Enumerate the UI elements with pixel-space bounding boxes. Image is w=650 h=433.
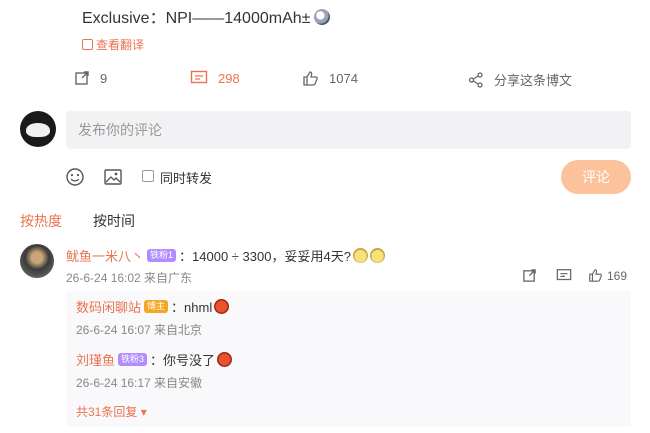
like-count: 1074: [329, 71, 358, 86]
more-replies-link[interactable]: 共31条回复 ▾: [76, 403, 147, 420]
dog-emoji-icon: [369, 248, 385, 263]
translate-icon: [82, 39, 93, 50]
red-emoji-icon: [217, 352, 233, 367]
translate-link[interactable]: 查看翻译: [82, 36, 144, 53]
reply-meta: 26-6-24 16:07 来自北京: [76, 323, 203, 337]
emoji-icon[interactable]: [65, 167, 85, 187]
image-icon[interactable]: [103, 167, 123, 187]
like-icon: [303, 71, 318, 86]
share-icon: [468, 71, 483, 88]
repost-checkbox[interactable]: [142, 170, 154, 182]
repost-button[interactable]: 9: [74, 70, 107, 86]
more-replies-label: 共31条回复: [76, 405, 138, 419]
comment-username[interactable]: 鱿鱼一米八丶: [66, 246, 144, 265]
share-label: 分享这条博文: [494, 73, 573, 88]
repost-icon: [523, 269, 536, 282]
reply-text: ：你号没了: [150, 353, 216, 368]
dog-emoji-icon: [352, 248, 368, 263]
tab-sort-time[interactable]: 按时间: [93, 211, 135, 231]
like-button[interactable]: 1074: [302, 70, 358, 87]
reply-text: ：nhml: [171, 300, 213, 315]
reply-username[interactable]: 刘瑾鱼: [76, 350, 115, 369]
submit-comment-button[interactable]: 评论: [561, 160, 631, 194]
share-button[interactable]: 分享这条博文: [468, 70, 572, 89]
reply-item: 数码闲聊站 博主 ：nhml: [76, 297, 230, 316]
blogger-badge: 博主: [144, 300, 169, 313]
translate-label: 查看翻译: [96, 38, 145, 52]
post-text-content: Exclusive：NPI——14000mAh±: [82, 10, 311, 27]
comment-input-placeholder: 发布你的评论: [78, 122, 162, 138]
comment-line: 鱿鱼一米八丶 铁粉1 ：14000 ÷ 3300，妥妥用4天?: [66, 246, 385, 265]
tab-sort-hot[interactable]: 按热度: [20, 211, 62, 231]
post-text: Exclusive：NPI——14000mAh±: [82, 4, 331, 28]
red-emoji-icon: [214, 299, 230, 314]
commenter-avatar[interactable]: [20, 244, 54, 278]
comment-meta: 26-6-24 16:02 来自广东: [66, 271, 193, 285]
comment-repost-button[interactable]: [522, 268, 537, 283]
comment-like-count: 169: [607, 268, 628, 283]
reply-item: 刘瑾鱼 铁粉3 ：你号没了: [76, 350, 233, 369]
comment-text: ：14000 ÷ 3300，妥妥用4天?: [179, 249, 351, 264]
chevron-down-icon: ▾: [140, 405, 147, 419]
comment-icon: [190, 70, 208, 84]
reply-meta: 26-6-24 16:17 来自安徽: [76, 376, 203, 390]
avatar[interactable]: [20, 111, 56, 147]
like-icon: [589, 269, 602, 282]
repost-icon: [75, 71, 89, 85]
comment-like-button[interactable]: 169: [588, 268, 627, 283]
emoji-icon: [314, 9, 331, 25]
fan-badge: 铁粉1: [147, 249, 177, 262]
reply-icon: [556, 269, 572, 281]
comment-button[interactable]: 298: [190, 70, 240, 86]
reply-username[interactable]: 数码闲聊站: [76, 297, 141, 316]
repost-count: 9: [100, 70, 108, 86]
fan-badge: 铁粉3: [118, 353, 148, 366]
comment-reply-button[interactable]: [556, 268, 572, 283]
comment-count: 298: [218, 70, 240, 86]
comment-input[interactable]: 发布你的评论: [66, 111, 631, 149]
repost-checkbox-label: 同时转发: [160, 171, 213, 186]
